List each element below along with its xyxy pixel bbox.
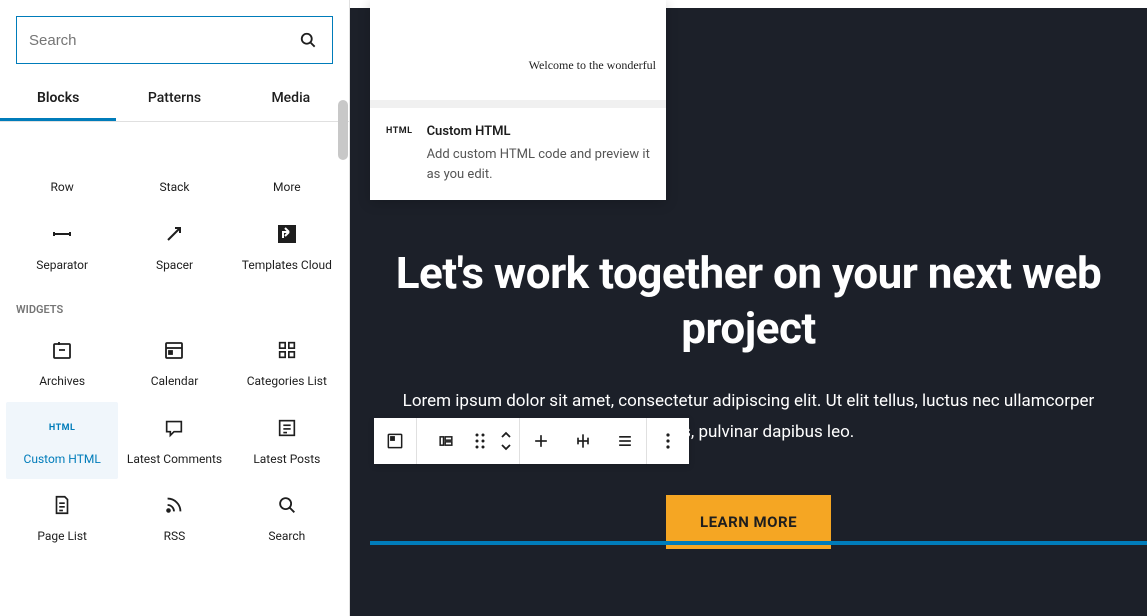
blocks-scroll-area[interactable]: Row Stack More Separator Spacer xyxy=(0,122,349,616)
popover-body: HTML Custom HTML Add custom HTML code an… xyxy=(370,108,666,200)
toolbar-width-button[interactable] xyxy=(604,418,646,464)
block-archives[interactable]: Archives xyxy=(6,324,118,402)
page-list-icon xyxy=(50,493,74,517)
templates-cloud-icon xyxy=(275,222,299,246)
block-stack-label: Stack xyxy=(160,180,190,196)
block-separator[interactable]: Separator xyxy=(6,208,118,286)
rss-icon xyxy=(162,493,186,517)
latest-posts-icon xyxy=(275,416,299,440)
block-more[interactable]: More xyxy=(231,130,343,208)
block-row[interactable]: Row xyxy=(6,130,118,208)
block-categories-list[interactable]: Categories List xyxy=(231,324,343,402)
categories-icon xyxy=(275,338,299,362)
spacer-icon xyxy=(162,222,186,246)
block-latest-posts-label: Latest Posts xyxy=(253,452,320,468)
block-more-label: More xyxy=(273,180,301,196)
design-blocks-grid: Row Stack More Separator Spacer xyxy=(0,122,349,285)
widgets-grid: Archives Calendar Categories List HTML C… xyxy=(0,316,349,557)
block-latest-posts[interactable]: Latest Posts xyxy=(231,402,343,480)
block-separator-label: Separator xyxy=(36,258,88,274)
block-page-list[interactable]: Page List xyxy=(6,479,118,557)
block-categories-label: Categories List xyxy=(247,374,327,390)
block-rss[interactable]: RSS xyxy=(118,479,230,557)
popover-description: Add custom HTML code and preview it as y… xyxy=(427,145,650,184)
block-templates-cloud-label: Templates Cloud xyxy=(242,258,332,274)
block-row-label: Row xyxy=(51,180,74,196)
block-custom-html-label: Custom HTML xyxy=(24,452,101,468)
popover-preview-content: Welcome to the wonderful xyxy=(370,30,666,100)
hero-section: Let's work together on your next web pro… xyxy=(350,246,1147,549)
block-spacer[interactable]: Spacer xyxy=(118,208,230,286)
toolbar-move-updown[interactable] xyxy=(493,418,519,464)
block-search-label: Search xyxy=(268,529,305,545)
block-calendar-label: Calendar xyxy=(151,374,199,390)
popover-preview-area: Welcome to the wonderful xyxy=(370,30,666,108)
block-toolbar xyxy=(374,418,689,464)
toolbar-select-parent-button[interactable] xyxy=(425,418,467,464)
search-input[interactable] xyxy=(29,32,296,49)
block-search[interactable]: Search xyxy=(231,479,343,557)
toolbar-more-options-button[interactable] xyxy=(647,418,689,464)
block-rss-label: RSS xyxy=(164,529,186,545)
block-latest-comments[interactable]: Latest Comments xyxy=(118,402,230,480)
separator-icon xyxy=(50,222,74,246)
toolbar-align-button[interactable] xyxy=(520,418,562,464)
block-calendar[interactable]: Calendar xyxy=(118,324,230,402)
block-stack[interactable]: Stack xyxy=(118,130,230,208)
popover-preview-text: Welcome to the wonderful xyxy=(529,58,656,73)
archives-icon xyxy=(50,338,74,362)
block-description-popover: Welcome to the wonderful HTML Custom HTM… xyxy=(370,0,666,200)
block-archives-label: Archives xyxy=(39,374,85,390)
calendar-icon xyxy=(162,338,186,362)
popover-html-icon: HTML xyxy=(386,126,413,184)
inserter-tabs: Blocks Patterns Media xyxy=(0,76,349,122)
popover-title: Custom HTML xyxy=(427,124,650,139)
toolbar-block-type-button[interactable] xyxy=(374,418,416,464)
toolbar-drag-handle[interactable] xyxy=(467,418,493,464)
block-spacer-label: Spacer xyxy=(156,258,193,274)
block-templates-cloud[interactable]: Templates Cloud xyxy=(231,208,343,286)
block-selection-outline xyxy=(370,541,1147,545)
tab-media[interactable]: Media xyxy=(233,76,349,121)
block-inserter-panel: Blocks Patterns Media Row Stack More xyxy=(0,0,350,616)
block-page-list-label: Page List xyxy=(37,529,87,545)
custom-html-icon: HTML xyxy=(50,416,74,440)
widgets-section-heading: Widgets xyxy=(0,285,349,316)
hero-title[interactable]: Let's work together on your next web pro… xyxy=(390,246,1107,356)
comments-icon xyxy=(162,416,186,440)
tab-patterns[interactable]: Patterns xyxy=(116,76,232,121)
toolbar-justify-button[interactable] xyxy=(562,418,604,464)
search-box[interactable] xyxy=(16,16,333,64)
block-custom-html[interactable]: HTML Custom HTML xyxy=(6,402,118,480)
search-icon xyxy=(296,28,320,52)
block-latest-comments-label: Latest Comments xyxy=(127,452,222,468)
tab-blocks[interactable]: Blocks xyxy=(0,76,116,121)
scrollbar-thumb[interactable] xyxy=(338,122,348,160)
search-block-icon xyxy=(275,493,299,517)
search-container xyxy=(0,0,349,64)
